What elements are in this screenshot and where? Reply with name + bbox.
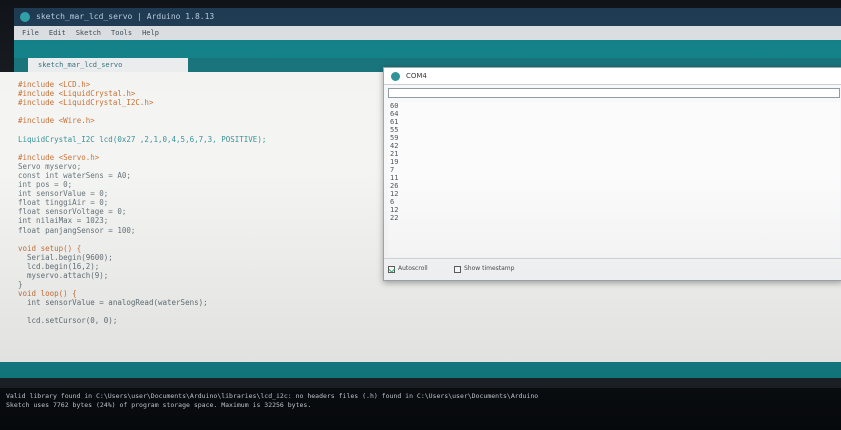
code-line: #include <LCD.h> xyxy=(18,80,91,89)
code-line: #include <LiquidCrystal.h> xyxy=(18,89,136,99)
show-timestamp-label: Show timestamp xyxy=(464,265,515,272)
code-line: int sensorValue = 0; xyxy=(18,189,109,199)
menu-edit[interactable]: Edit xyxy=(49,26,66,40)
serial-reading: 7 xyxy=(390,166,395,174)
serial-reading: 55 xyxy=(390,126,399,134)
serial-monitor-title-bar: COM4 xyxy=(384,68,841,85)
serial-reading: 64 xyxy=(390,110,399,118)
ide-title-bar: sketch_mar_lcd_servo | Arduino 1.8.13 xyxy=(14,8,841,26)
code-line: Serial.begin(9600); xyxy=(18,252,113,262)
autoscroll-checkbox[interactable] xyxy=(388,266,395,273)
serial-send-input[interactable] xyxy=(388,88,840,98)
serial-reading: 59 xyxy=(390,134,399,142)
code-line: void setup() { xyxy=(18,243,82,253)
ide-toolbar xyxy=(14,40,841,58)
code-line: #include <Servo.h> xyxy=(18,152,100,162)
tab-sketch[interactable]: sketch_mar_lcd_servo xyxy=(28,58,188,72)
menu-sketch[interactable]: Sketch xyxy=(76,26,101,40)
console-line: Valid library found in C:\Users\user\Doc… xyxy=(6,392,539,400)
code-line: lcd.begin(16,2); xyxy=(18,261,100,271)
serial-reading: 26 xyxy=(390,182,399,190)
code-line: #include <LiquidCrystal_I2C.h> xyxy=(18,98,154,108)
code-line: void loop() { xyxy=(18,289,77,299)
console-line: Sketch uses 7762 bytes (24%) of program … xyxy=(6,401,312,409)
code-line: myservo.attach(9); xyxy=(18,270,109,280)
arduino-serial-icon xyxy=(391,72,400,81)
code-line: const int waterSens = A0; xyxy=(18,170,131,180)
code-line: float tinggiAir = 0; xyxy=(18,198,109,208)
code-line: Servo myservo; xyxy=(18,161,82,171)
serial-reading: 19 xyxy=(390,158,399,166)
serial-reading: 21 xyxy=(390,150,399,158)
code-line: float panjangSensor = 100; xyxy=(18,225,136,235)
code-line: int pos = 0; xyxy=(18,180,73,190)
code-line: int sensorValue = analogRead(waterSens); xyxy=(18,298,208,308)
window-title: sketch_mar_lcd_servo | Arduino 1.8.13 xyxy=(36,12,215,21)
serial-reading: 61 xyxy=(390,118,399,126)
serial-monitor-window: COM4 60 64 61 55 59 42 21 19 7 11 26 12 6 12 22 Autosc… xyxy=(383,67,841,281)
code-line: } xyxy=(18,280,23,290)
menu-help[interactable]: Help xyxy=(142,26,159,40)
serial-reading: 60 xyxy=(390,102,399,110)
editor-status-bar xyxy=(0,362,841,378)
code-line: lcd.setCursor(0, 0); xyxy=(18,316,118,326)
code-line: float sensorVoltage = 0; xyxy=(18,207,127,217)
show-timestamp-checkbox[interactable] xyxy=(454,266,461,273)
code-lines: #include <LCD.h> #include <LiquidCrystal.… xyxy=(18,80,266,326)
serial-reading: 11 xyxy=(390,174,399,182)
console-divider xyxy=(0,378,841,388)
code-line: #include <Wire.h> xyxy=(18,116,95,126)
serial-reading: 6 xyxy=(390,198,395,206)
menu-file[interactable]: File xyxy=(22,26,39,40)
serial-reading: 42 xyxy=(390,142,399,150)
photo-of-monitor: sketch_mar_lcd_servo | Arduino 1.8.13 Fi… xyxy=(0,0,841,430)
code-line: LiquidCrystal_I2C lcd(0x27 ,2,1,0,4,5,6,… xyxy=(18,134,267,144)
arduino-app-icon xyxy=(20,12,30,22)
serial-reading: 22 xyxy=(390,214,399,222)
serial-reading: 12 xyxy=(390,206,399,214)
menu-bar: File Edit Sketch Tools Help xyxy=(14,26,841,40)
menu-tools[interactable]: Tools xyxy=(111,26,132,40)
serial-reading: 12 xyxy=(390,190,399,198)
code-line: int nilaiMax = 1023; xyxy=(18,216,109,226)
serial-port-title: COM4 xyxy=(406,72,427,80)
serial-output[interactable]: 60 64 61 55 59 42 21 19 7 11 26 12 6 12 22 xyxy=(388,102,840,257)
output-console: Valid library found in C:\Users\user\Doc… xyxy=(0,388,841,430)
serial-footer: Autoscroll Show timestamp xyxy=(384,258,841,281)
autoscroll-label: Autoscroll xyxy=(398,265,428,272)
